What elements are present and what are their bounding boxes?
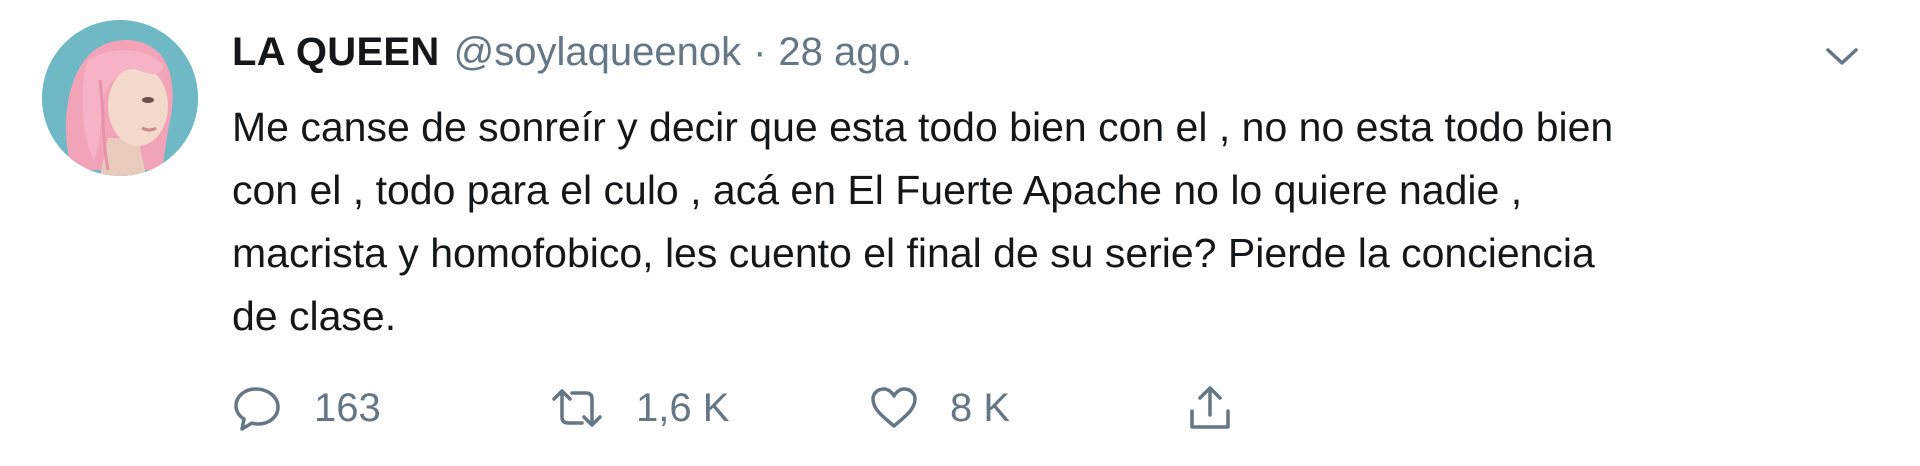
- tweet-text: Me canse de sonreír y decir que esta tod…: [232, 104, 1614, 339]
- share-button[interactable]: [1184, 378, 1236, 438]
- tweet-date[interactable]: 28 ago.: [778, 30, 911, 75]
- tweet-actions: 163 1,6 K 8 K: [232, 378, 1232, 438]
- reply-button[interactable]: 163: [232, 378, 381, 438]
- avatar[interactable]: [42, 20, 198, 176]
- separator-dot: ·: [753, 30, 767, 74]
- display-name[interactable]: LA QUEEN: [232, 30, 440, 75]
- chevron-down-icon[interactable]: [1822, 42, 1862, 70]
- tweet-card[interactable]: LA QUEEN @soylaqueenok · 28 ago. Me cans…: [0, 0, 1920, 466]
- retweet-count: 1,6 K: [636, 385, 730, 430]
- retweet-button[interactable]: 1,6 K: [548, 378, 729, 438]
- tweet-header: LA QUEEN @soylaqueenok · 28 ago.: [232, 30, 912, 90]
- user-handle[interactable]: @soylaqueenok: [454, 30, 741, 75]
- avatar-image: [42, 20, 198, 176]
- retweet-icon: [548, 383, 606, 433]
- share-icon: [1184, 383, 1236, 433]
- heart-icon: [868, 384, 920, 432]
- reply-icon: [232, 383, 284, 433]
- like-button[interactable]: 8 K: [868, 378, 1010, 438]
- like-count: 8 K: [950, 385, 1011, 430]
- reply-count: 163: [314, 385, 381, 430]
